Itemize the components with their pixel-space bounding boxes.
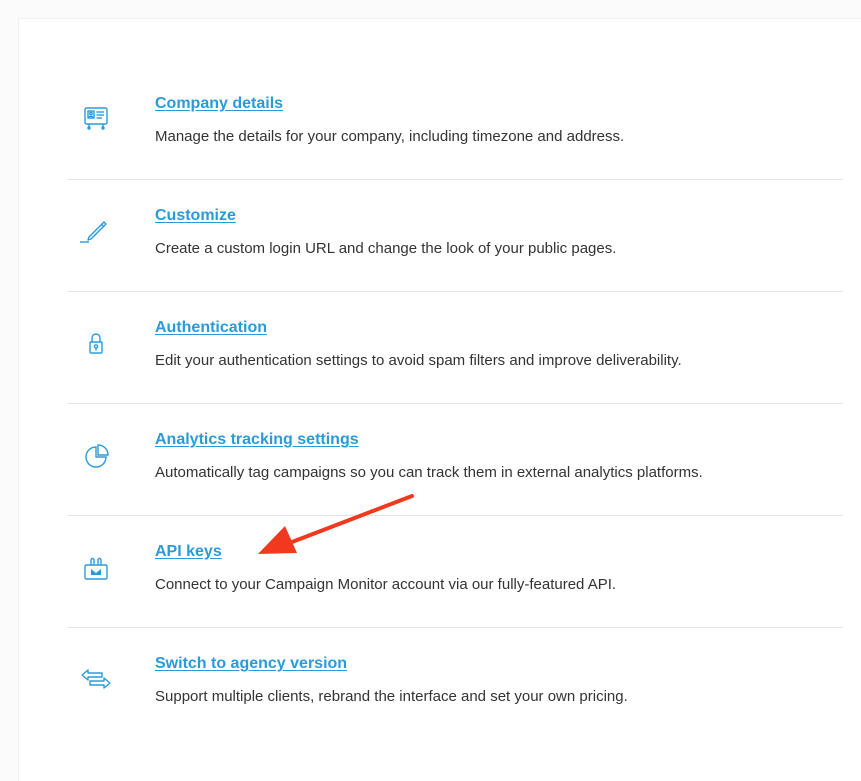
pie-chart-icon <box>85 444 109 468</box>
company-details-description: Manage the details for your company, inc… <box>155 128 625 145</box>
settings-item-analytics-tracking: Analytics tracking settings Automaticall… <box>68 404 843 516</box>
analytics-tracking-description: Automatically tag campaigns so you can t… <box>155 464 703 481</box>
settings-item-company-details: Company details Manage the details for y… <box>68 68 843 180</box>
lock-icon <box>89 333 103 354</box>
settings-item-customize: Customize Create a custom login URL and … <box>68 180 843 292</box>
api-keys-description: Connect to your Campaign Monitor account… <box>155 576 617 593</box>
plug-icon <box>84 557 108 580</box>
settings-item-switch-agency: Switch to agency version Support multipl… <box>68 628 843 740</box>
analytics-tracking-link[interactable]: Analytics tracking settings <box>155 431 359 449</box>
settings-list: Company details Manage the details for y… <box>68 68 843 740</box>
settings-item-authentication: Authentication Edit your authentication … <box>68 292 843 404</box>
api-keys-link[interactable]: API keys <box>155 543 222 561</box>
pencil-icon <box>80 221 107 243</box>
swap-arrows-icon <box>81 669 111 689</box>
authentication-link[interactable]: Authentication <box>155 319 267 337</box>
settings-item-api-keys: API keys Connect to your Campaign Monito… <box>68 516 843 628</box>
company-details-link[interactable]: Company details <box>155 95 283 113</box>
authentication-description: Edit your authentication settings to avo… <box>155 352 682 369</box>
id-card-icon <box>84 107 108 130</box>
customize-description: Create a custom login URL and change the… <box>155 240 617 257</box>
switch-agency-description: Support multiple clients, rebrand the in… <box>155 688 628 705</box>
customize-link[interactable]: Customize <box>155 207 236 225</box>
switch-agency-link[interactable]: Switch to agency version <box>155 655 347 673</box>
